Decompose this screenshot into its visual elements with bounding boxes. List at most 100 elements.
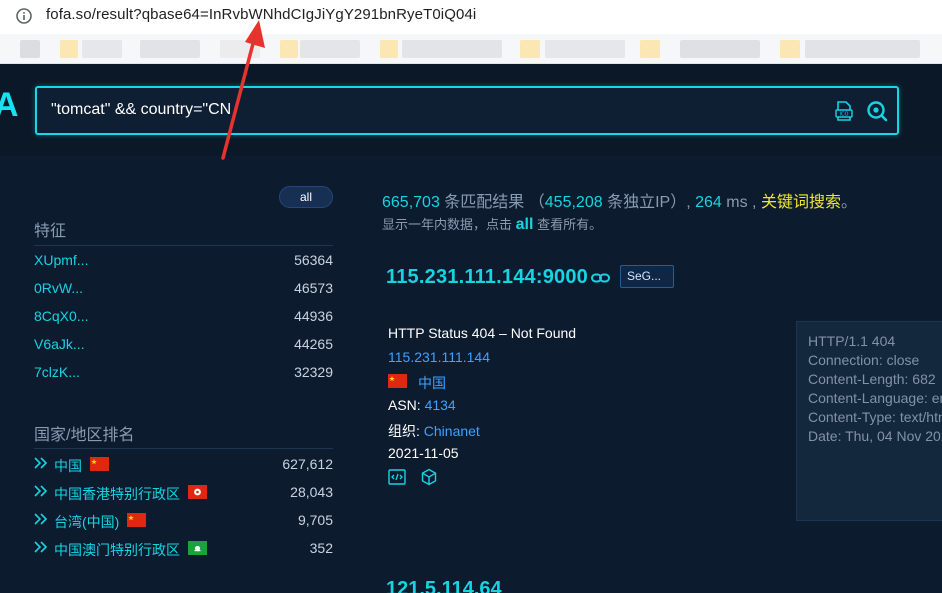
results-subsummary: 显示一年内数据，点击 all 查看所有。 [382, 214, 602, 234]
blurred-bookmark [780, 40, 800, 58]
search-icon[interactable] [866, 100, 888, 122]
result-host-link[interactable]: 115.231.111.144:9000 [386, 266, 588, 289]
header-line: Connection: close [808, 352, 920, 368]
blurred-bookmark [300, 40, 360, 58]
org-label: 组织: [388, 423, 420, 439]
feature-key[interactable]: 0RvW... [34, 280, 83, 296]
fofa-logo[interactable]: A [0, 86, 19, 125]
code-icon[interactable] [388, 468, 406, 486]
double-chevron-right-icon [34, 541, 48, 553]
blurred-bookmark [402, 40, 502, 58]
country-row[interactable]: 中国香港特别行政区 28,043 [34, 482, 333, 502]
blurred-bookmark [20, 40, 40, 58]
country-section-title: 国家/地区排名 [34, 427, 135, 444]
search-input[interactable] [51, 101, 811, 119]
cube-icon[interactable] [420, 468, 438, 486]
feature-section-title: 特征 [34, 223, 67, 240]
result-asn: ASN: 4134 [388, 397, 456, 413]
result-org: 组织: Chinanet [388, 421, 480, 441]
feature-key[interactable]: 8CqX0... [34, 308, 88, 324]
asn-label: ASN: [388, 397, 421, 413]
china-flag-icon [127, 513, 146, 527]
blurred-bookmark [680, 40, 760, 58]
feature-row[interactable]: 8CqX0... 44936 [34, 306, 333, 326]
search-box[interactable]: ICO [35, 86, 899, 135]
feature-count: 44265 [294, 336, 333, 352]
next-result-host-link[interactable]: 121.5.114.64 [386, 578, 502, 593]
period: 。 [840, 194, 857, 211]
paren-open: （ [528, 194, 545, 211]
header-line: Content-Type: text/html [808, 409, 942, 425]
feature-count: 44936 [294, 308, 333, 324]
result-title: HTTP Status 404 – Not Found [388, 325, 577, 341]
country-name[interactable]: 中国澳门特别行政区 [54, 540, 180, 560]
header-line: HTTP/1.1 404 [808, 333, 896, 349]
country-count: 9,705 [297, 512, 333, 528]
sub-prefix: 显示一年内数据，点击 [382, 217, 513, 232]
divider [34, 245, 333, 246]
query-time-unit: ms , [726, 194, 757, 211]
country-row[interactable]: 台湾(中国) 9,705 [34, 510, 333, 530]
china-flag-icon [90, 457, 109, 471]
country-name[interactable]: 中国香港特别行政区 [54, 484, 180, 504]
feature-count: 56364 [294, 252, 333, 268]
feature-row[interactable]: 0RvW... 46573 [34, 278, 333, 298]
svg-text:ICO: ICO [840, 112, 849, 118]
results-summary: 665,703 条匹配结果 （455,208 条独立IP）, 264 ms , … [382, 188, 857, 212]
unique-ip-label: 条独立IP）, [607, 194, 691, 211]
url-text[interactable]: fofa.so/result?qbase64=InRvbWNhdCIgJiYgY… [46, 6, 476, 23]
header-line: Content-Language: en [808, 390, 942, 406]
result-country-link[interactable]: 中国 [418, 373, 446, 393]
feature-count: 46573 [294, 280, 333, 296]
link-icon[interactable] [591, 271, 610, 285]
match-count: 665,703 [382, 194, 440, 211]
browser-address-bar[interactable]: fofa.so/result?qbase64=InRvbWNhdCIgJiYgY… [0, 0, 942, 34]
country-name[interactable]: 台湾(中国) [54, 512, 119, 532]
double-chevron-right-icon [34, 457, 48, 469]
blurred-bookmark [280, 40, 298, 58]
keyword-search-link[interactable]: 关键词搜索 [761, 194, 841, 211]
china-flag-icon [388, 374, 407, 388]
result-ip-link[interactable]: 115.231.111.144 [388, 349, 490, 365]
blurred-bookmark [805, 40, 920, 58]
unique-ip-count: 455,208 [544, 194, 603, 211]
blurred-bookmark [82, 40, 122, 58]
feature-key[interactable]: V6aJk... [34, 336, 85, 352]
country-name[interactable]: 中国 [54, 456, 82, 476]
response-header-panel: HTTP/1.1 404 Connection: close Content-L… [796, 321, 942, 521]
result-date: 2021-11-05 [388, 445, 459, 461]
query-time: 264 [695, 194, 722, 211]
org-link[interactable]: Chinanet [424, 423, 480, 439]
country-row[interactable]: 中国 627,612 [34, 454, 333, 474]
export-icon[interactable]: ICO [833, 100, 855, 122]
double-chevron-right-icon [34, 513, 48, 525]
blurred-bookmark [380, 40, 398, 58]
sub-suffix: 查看所有。 [537, 217, 603, 232]
blurred-bookmark [640, 40, 660, 58]
double-chevron-right-icon [34, 485, 48, 497]
asn-link[interactable]: 4134 [425, 397, 456, 413]
header-line: Content-Length: 682 [808, 371, 936, 387]
blurred-bookmark [520, 40, 540, 58]
match-label: 条匹配结果 [444, 194, 525, 211]
result-tag[interactable]: SeG... [620, 265, 674, 288]
info-icon[interactable] [15, 7, 33, 25]
divider [34, 448, 333, 449]
feature-row[interactable]: V6aJk... 44265 [34, 334, 333, 354]
feature-count: 32329 [294, 364, 333, 380]
blurred-bookmark [140, 40, 200, 58]
bookmarks-bar [0, 34, 942, 64]
blurred-bookmark [545, 40, 625, 58]
all-filter-button[interactable]: all [279, 186, 333, 208]
country-row[interactable]: 中国澳门特别行政区 352 [34, 538, 333, 558]
feature-row[interactable]: 7clzK... 32329 [34, 362, 333, 382]
country-count: 352 [309, 540, 333, 556]
show-all-link[interactable]: all [516, 216, 534, 233]
header-line: Date: Thu, 04 Nov 2021 [808, 428, 942, 444]
feature-key[interactable]: 7clzK... [34, 364, 80, 380]
macau-flag-icon [188, 541, 207, 555]
feature-key[interactable]: XUpmf... [34, 252, 88, 268]
ip-link-text[interactable]: 115.231.111.144 [388, 349, 490, 365]
blurred-bookmark [220, 40, 260, 58]
feature-row[interactable]: XUpmf... 56364 [34, 250, 333, 270]
